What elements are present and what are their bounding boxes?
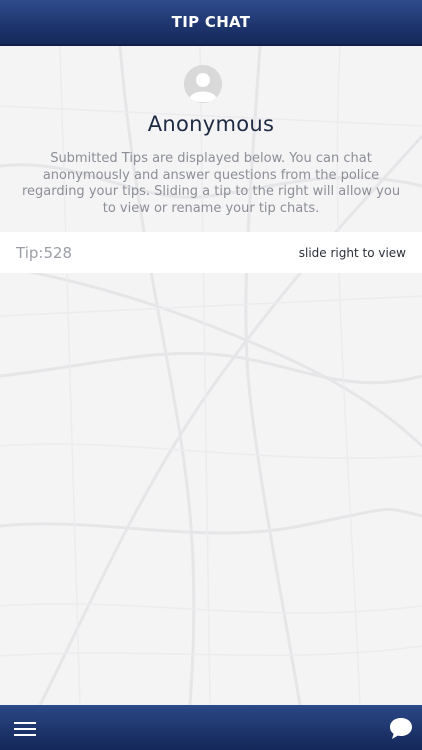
page-title: TIP CHAT — [171, 13, 251, 31]
app-header: TIP CHAT — [0, 0, 422, 46]
chat-bubble-icon[interactable] — [389, 716, 413, 742]
tip-label: Tip:528 — [16, 243, 73, 262]
bottom-toolbar — [0, 705, 422, 750]
hamburger-menu-icon[interactable] — [14, 721, 38, 737]
avatar — [184, 65, 222, 103]
user-silhouette-icon — [184, 65, 222, 103]
slide-hint: slide right to view — [298, 245, 406, 260]
map-roads-graphic — [0, 46, 422, 705]
user-name: Anonymous — [147, 112, 275, 136]
map-background — [0, 46, 422, 705]
tip-instructions: Submitted Tips are displayed below. You … — [21, 151, 401, 216]
tip-list-item[interactable]: Tip:528 slide right to view — [0, 232, 422, 273]
